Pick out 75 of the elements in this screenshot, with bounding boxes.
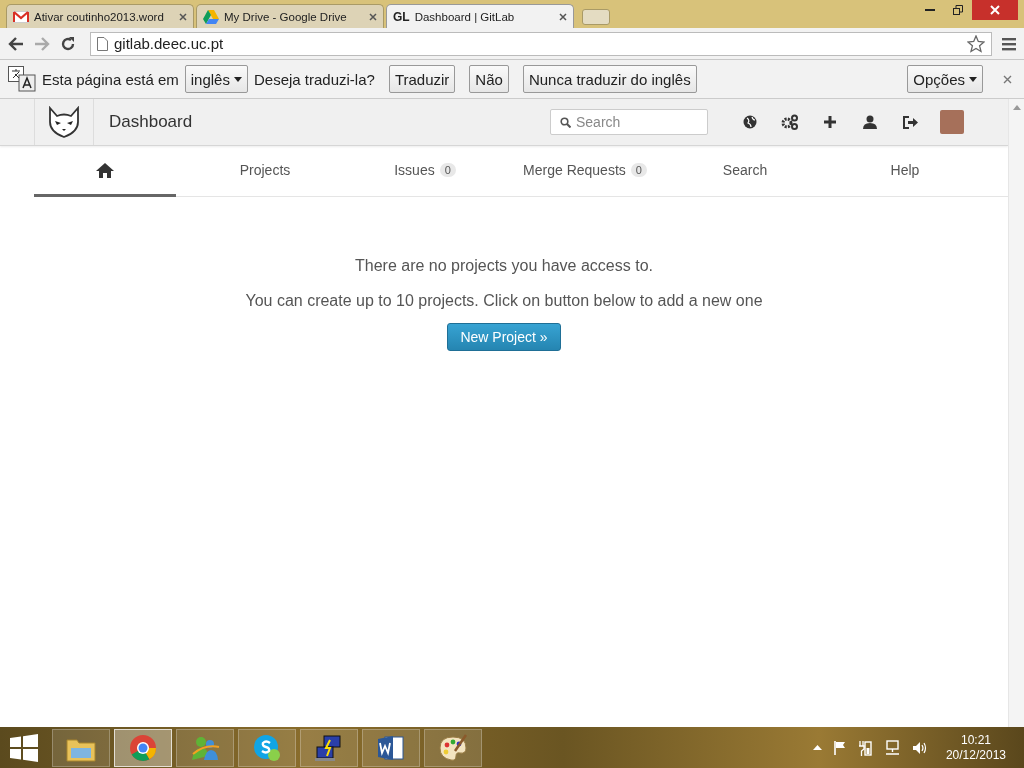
- page-icon: [97, 36, 108, 51]
- language-dropdown[interactable]: inglês: [184, 65, 248, 93]
- count-badge: 0: [630, 163, 647, 177]
- cat-logo-icon: [47, 106, 81, 138]
- page-title: Dashboard: [109, 112, 193, 132]
- hint-text: You can create up to 10 projects. Click on button below to add a new one: [245, 292, 763, 310]
- browser-tab[interactable]: My Drive - Google Drive: [196, 4, 384, 28]
- battery-plug-icon[interactable]: [857, 739, 872, 756]
- tab-favicon-text: GL: [393, 9, 410, 24]
- caret-icon: [969, 76, 977, 82]
- translate-option-button[interactable]: Traduzir: [388, 65, 456, 93]
- clock-date: 20/12/2013: [945, 747, 1006, 763]
- document-w-icon: [377, 733, 405, 762]
- translate-option-button[interactable]: Não: [469, 65, 509, 93]
- home-icon: [96, 162, 114, 178]
- taskbar-app-button[interactable]: [362, 728, 420, 767]
- translate-icon: [8, 66, 36, 92]
- network-computers-icon: [314, 733, 344, 762]
- caret-up-icon[interactable]: [812, 745, 822, 750]
- palette-icon: [438, 733, 468, 762]
- globe-icon[interactable]: [743, 115, 757, 129]
- taskbar-app-button[interactable]: [238, 728, 296, 767]
- speech-bubble-icon: [253, 733, 281, 762]
- plus-icon[interactable]: [823, 115, 837, 129]
- tab-title: Dashboard | GitLab: [414, 10, 516, 23]
- back-icon[interactable]: [8, 36, 24, 51]
- browser-tab[interactable]: GL Dashboard | GitLab: [386, 4, 574, 28]
- close-icon[interactable]: [559, 12, 567, 21]
- taskbar-app-button[interactable]: [300, 728, 358, 767]
- empty-message: There are no projects you have access to.: [355, 257, 653, 275]
- nav-tab[interactable]: Projects: [194, 146, 336, 197]
- browser-tab[interactable]: Ativar coutinho2013.word: [6, 4, 194, 28]
- taskbar-app-button[interactable]: [52, 728, 110, 767]
- nav-tab[interactable]: Help: [834, 146, 976, 197]
- sign-out-icon[interactable]: [902, 115, 918, 129]
- user-icon[interactable]: [863, 115, 877, 129]
- network-icon[interactable]: [883, 740, 900, 755]
- close-icon: [990, 5, 1000, 15]
- nav-tab[interactable]: Merge Requests 0: [514, 146, 656, 197]
- scrollbar[interactable]: [1008, 99, 1024, 727]
- tab-title: My Drive - Google Drive: [224, 10, 348, 23]
- tab-title: Ativar coutinho2013.word: [34, 10, 165, 23]
- clock[interactable]: 10:21 20/12/2013: [945, 732, 1006, 763]
- options-dropdown[interactable]: Opções: [907, 65, 983, 93]
- count-badge: 0: [439, 163, 456, 177]
- taskbar-app-button[interactable]: [114, 728, 172, 767]
- search-icon: [560, 117, 571, 128]
- speaker-icon[interactable]: [911, 740, 928, 755]
- clock-time: 10:21: [960, 732, 991, 748]
- close-icon[interactable]: [179, 12, 187, 21]
- address-bar[interactable]: gitlab.deec.uc.pt: [90, 31, 992, 56]
- restore-icon: [953, 5, 963, 15]
- search-field[interactable]: Search: [550, 109, 708, 135]
- flag-icon[interactable]: [833, 740, 846, 755]
- taskbar-app-button[interactable]: [424, 728, 482, 767]
- caret-up-icon[interactable]: [1012, 105, 1021, 110]
- start-icon[interactable]: [10, 733, 38, 762]
- caret-icon: [233, 76, 242, 82]
- triangle-logo-icon: [203, 9, 219, 24]
- translate-message: Esta página está em: [42, 70, 179, 88]
- close-icon[interactable]: [1003, 74, 1012, 84]
- mail-icon: [13, 10, 29, 23]
- close-button[interactable]: [972, 0, 1018, 20]
- minimize-icon: [925, 9, 935, 11]
- nav-tab[interactable]: Search: [674, 146, 816, 197]
- nav-tab[interactable]: Issues 0: [354, 146, 496, 197]
- close-icon[interactable]: [369, 12, 377, 21]
- reload-icon[interactable]: [60, 35, 76, 52]
- translate-option-button[interactable]: Nunca traduzir do inglês: [522, 65, 697, 93]
- gears-icon[interactable]: [781, 114, 799, 130]
- logo-button[interactable]: [34, 99, 94, 145]
- star-icon[interactable]: [967, 34, 985, 53]
- menu-icon[interactable]: [1002, 36, 1016, 51]
- translate-question: Deseja traduzi-la?: [253, 70, 375, 88]
- chrome-icon: [129, 733, 157, 762]
